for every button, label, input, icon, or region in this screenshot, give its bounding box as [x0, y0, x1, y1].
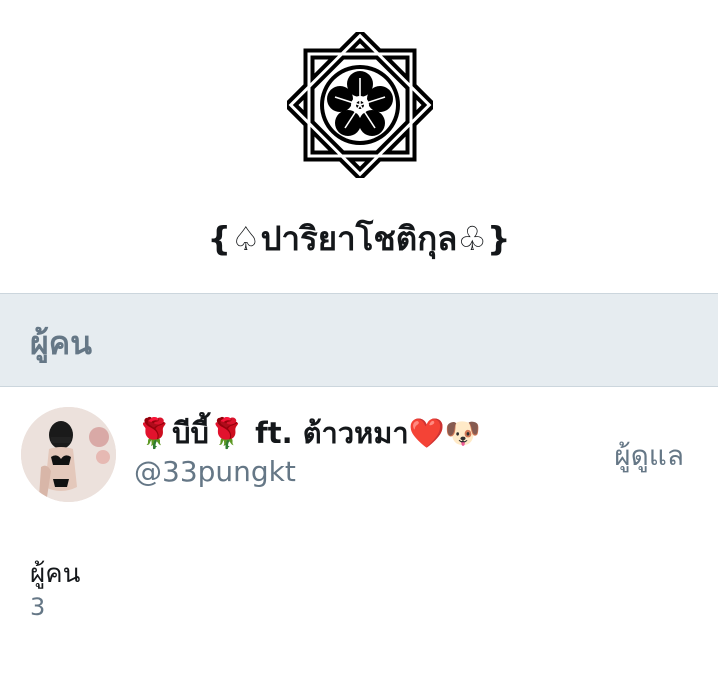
- mon-crest-icon: [282, 27, 438, 183]
- section-title: ผู้คน: [30, 324, 93, 362]
- member-display-name[interactable]: 🌹บีบี้🌹 ft. ต้าวหมา❤️🐶: [136, 410, 481, 456]
- avatar[interactable]: [21, 407, 116, 502]
- members-stat: ผู้คน 3: [30, 557, 80, 623]
- members-stat-count: 3: [30, 593, 46, 621]
- member-handle[interactable]: @33pungkt: [134, 455, 296, 488]
- members-stat-label: ผู้คน: [30, 559, 81, 589]
- member-row[interactable]: 🌹บีบี้🌹 ft. ต้าวหมา❤️🐶 @33pungkt ผู้ดูแล: [0, 388, 718, 518]
- member-role-badge: ผู้ดูแล: [614, 439, 684, 472]
- group-header: {♤ปาริยาโชติกุล♧}: [0, 0, 718, 293]
- group-title: {♤ปาริยาโชติกุล♧}: [207, 219, 511, 258]
- group-members-page: {♤ปาริยาโชติกุล♧} ผู้คน 🌹บีบี้🌹 ft. ต้าว…: [0, 0, 718, 679]
- section-header: ผู้คน: [0, 293, 718, 387]
